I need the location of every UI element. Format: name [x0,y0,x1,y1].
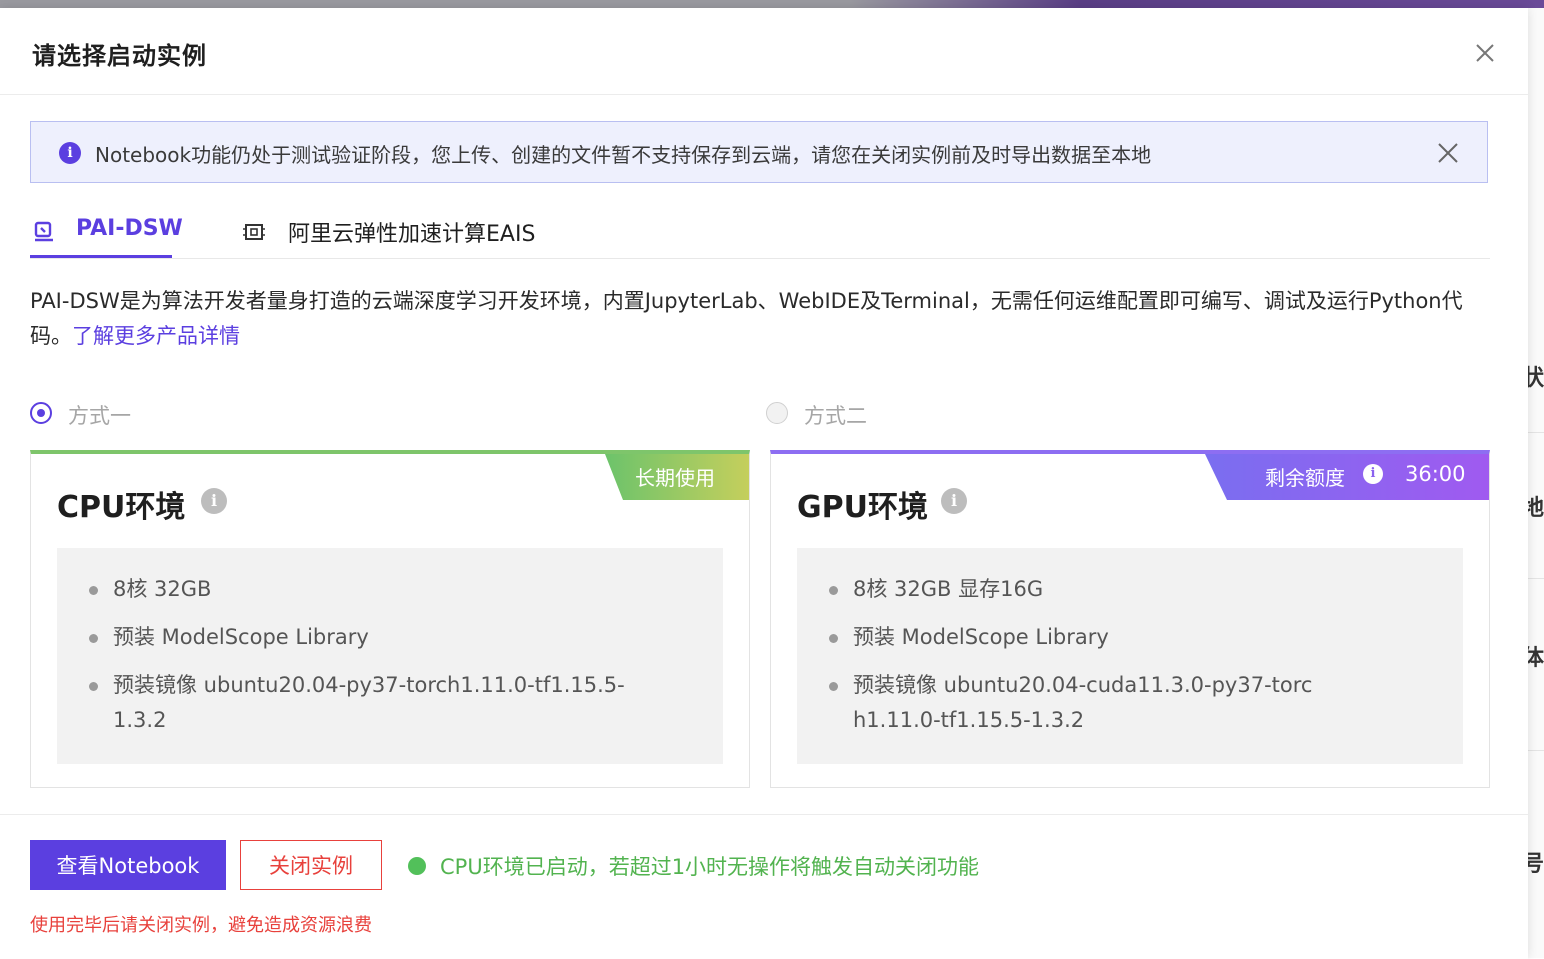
modal-title: 请选择启动实例 [32,42,207,70]
info-icon: i [59,142,81,164]
badge-text: 长期使用 [635,466,715,490]
notice-text: Notebook功能仍处于测试验证阶段，您上传、创建的文件暂不支持保存到云端，请… [95,143,1152,167]
select-instance-modal: 请选择启动实例 i Notebook功能仍处于测试验证阶段，您上传、创建的文件暂… [0,8,1528,959]
quota-time: 36:00 [1405,462,1466,486]
gpu-environment-card[interactable]: 剩余额度 i 36:00 GPU环境 i 8核 32GB 显存16G 预装 Mo… [770,450,1490,788]
close-icon[interactable] [1470,38,1500,68]
spec-item: 8核 32GB [113,577,212,601]
product-description: PAI-DSW是为算法开发者量身打造的云端深度学习开发环境，内置JupyterL… [30,284,1470,354]
info-icon[interactable]: i [201,488,227,514]
bullet [89,634,98,643]
radio-unselected[interactable] [766,402,788,424]
spec-item: 预装镜像 ubuntu20.04-py37-torch1.11.0-tf1.15… [113,673,625,732]
view-notebook-button[interactable]: 查看Notebook [30,840,226,890]
quota-label: 剩余额度 [1265,466,1345,490]
spec-list: 8核 32GB 显存16G 预装 ModelScope Library 预装镜像… [797,548,1463,764]
bullet [829,586,838,595]
info-icon[interactable]: i [941,488,967,514]
close-instance-button[interactable]: 关闭实例 [240,840,382,890]
bullet [89,682,98,691]
bullet [829,634,838,643]
spec-item: 预装 ModelScope Library [113,625,369,649]
spec-item: 预装镜像 ubuntu20.04-cuda11.3.0-py37-torch1.… [853,673,1313,732]
modal-header: 请选择启动实例 [0,8,1528,95]
option-label: 方式一 [68,404,131,428]
notice-close-icon[interactable] [1435,140,1461,166]
background-page-edge: 状 地 体 号 [1528,8,1544,958]
status-text: CPU环境已启动，若超过1小时无操作将触发自动关闭功能 [440,855,980,879]
spec-item: 预装 ModelScope Library [853,625,1109,649]
tab-label: PAI-DSW [76,216,183,241]
status-dot [408,857,426,875]
quota-badge: 剩余额度 i 36:00 [1205,454,1489,500]
tab-bar: PAI-DSW 阿里云弹性加速计算EAIS [30,208,1490,259]
option-label: 方式二 [804,404,867,428]
description-text: PAI-DSW是为算法开发者量身打造的云端深度学习开发环境，内置JupyterL… [30,289,1463,348]
learn-more-link[interactable]: 了解更多产品详情 [72,324,240,348]
cpu-environment-card[interactable]: 长期使用 CPU环境 i 8核 32GB 预装 ModelScope Libra… [30,450,750,788]
modal-footer: 查看Notebook 关闭实例 CPU环境已启动，若超过1小时无操作将触发自动关… [0,814,1528,959]
spec-list: 8核 32GB 预装 ModelScope Library 预装镜像 ubunt… [57,548,723,764]
dsw-icon [32,220,56,244]
eais-chip-icon [242,220,266,244]
info-icon[interactable]: i [1363,464,1383,484]
card-title: GPU环境 [797,490,928,525]
card-title: CPU环境 [57,490,186,525]
long-term-badge: 长期使用 [605,454,749,500]
warning-text: 使用完毕后请关闭实例，避免造成资源浪费 [30,915,372,936]
bullet [89,586,98,595]
notice-banner: i Notebook功能仍处于测试验证阶段，您上传、创建的文件暂不支持保存到云端… [30,121,1488,183]
spec-item: 8核 32GB 显存16G [853,577,1044,601]
background-top-strip [0,0,1544,8]
radio-selected[interactable] [30,402,52,424]
tab-label: 阿里云弹性加速计算EAIS [288,222,536,247]
tab-pai-dsw[interactable]: PAI-DSW [30,208,183,258]
bullet [829,682,838,691]
tab-eais[interactable]: 阿里云弹性加速计算EAIS [240,208,540,258]
